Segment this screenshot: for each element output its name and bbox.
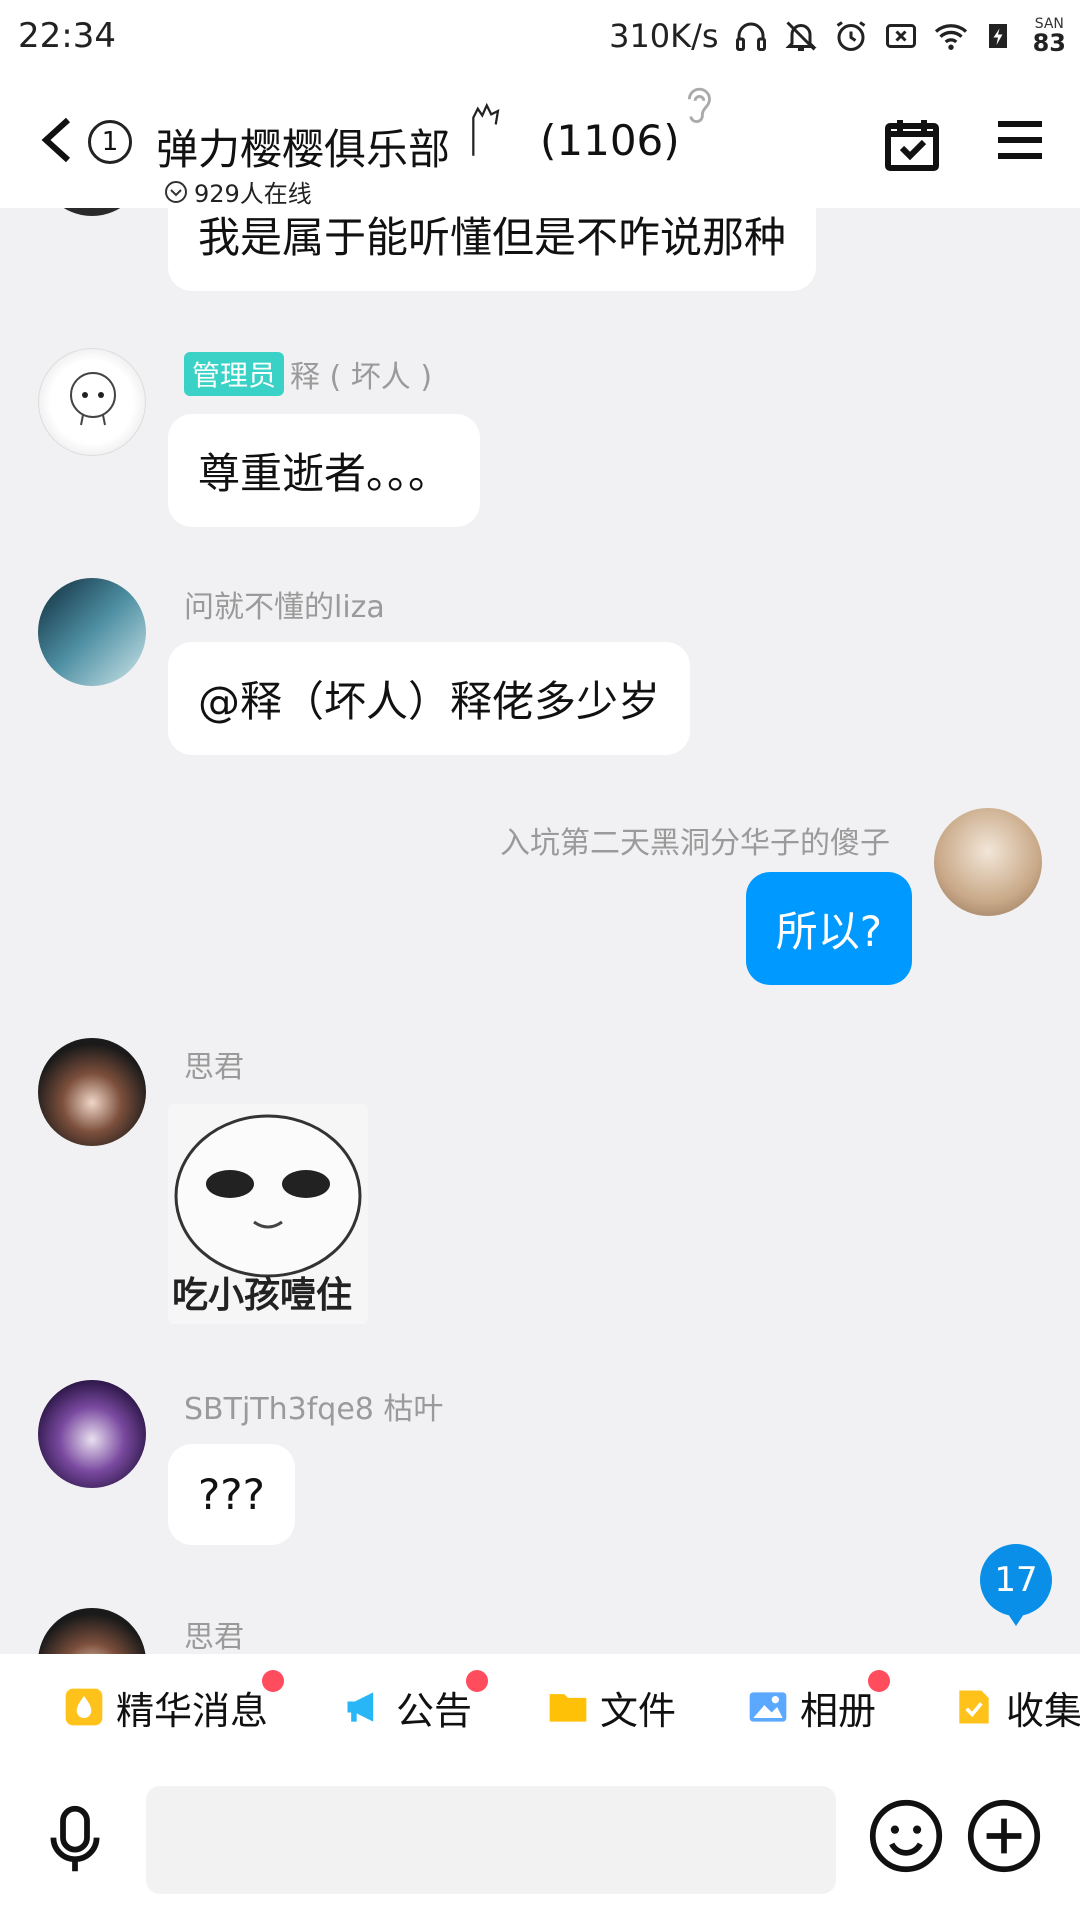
avatar[interactable] xyxy=(38,348,146,456)
emoji-icon[interactable] xyxy=(868,1798,944,1874)
wifi-icon xyxy=(934,24,967,50)
alarm-icon xyxy=(836,21,865,51)
megaphone-icon xyxy=(347,1692,374,1722)
folder-icon xyxy=(549,1694,587,1722)
sender-name[interactable]: 思君 xyxy=(184,1612,244,1654)
message-list[interactable]: 我是属于能听懂但是不咋说那种 管理员 释 ( 坏人 ) 尊重逝者。。。 问就不懂… xyxy=(0,208,1080,1654)
message-bubble[interactable]: @释（坏人）释佬多少岁 xyxy=(168,642,691,755)
microphone-icon[interactable] xyxy=(46,1804,104,1876)
message-bubble[interactable]: 所以? xyxy=(745,872,912,985)
member-count[interactable]: (1106) xyxy=(540,116,680,165)
message-bubble[interactable]: 尊重逝者。。。 xyxy=(168,414,481,527)
tool-album[interactable]: 相册 xyxy=(746,1654,876,1760)
avatar[interactable] xyxy=(38,578,146,686)
message-input[interactable] xyxy=(146,1786,836,1894)
charging-icon xyxy=(988,24,1007,48)
status-icons: 310K/s SAN 83 xyxy=(609,14,1066,58)
unread-count[interactable]: 1 xyxy=(88,120,132,164)
new-message-count[interactable]: 17 xyxy=(980,1544,1052,1626)
status-time: 22:34 xyxy=(18,16,116,56)
sender-name[interactable]: 释 ( 坏人 ) xyxy=(290,352,432,396)
avatar[interactable] xyxy=(38,208,146,216)
net-speed: 310K/s xyxy=(609,17,719,55)
bell-off-icon xyxy=(784,21,817,51)
sender-line: 管理员 释 ( 坏人 ) xyxy=(184,352,432,396)
calendar-check-icon[interactable] xyxy=(884,116,940,172)
online-status[interactable]: 929人在线 xyxy=(164,174,312,209)
plus-icon[interactable] xyxy=(966,1798,1042,1874)
sender-name[interactable]: 入坑第二天黑洞分华子的傻子 xyxy=(500,818,890,862)
avatar[interactable] xyxy=(38,1038,146,1146)
online-text: 929人在线 xyxy=(194,180,312,208)
tool-essence[interactable]: 精华消息 xyxy=(62,1654,268,1760)
avatar[interactable] xyxy=(38,1380,146,1488)
status-bar: 22:34 310K/s SAN 83 xyxy=(0,0,1080,76)
menu-icon[interactable] xyxy=(996,118,1044,162)
sim-off-icon xyxy=(885,24,916,48)
notification-dot xyxy=(262,1670,284,1692)
tool-files[interactable]: 文件 xyxy=(546,1654,676,1760)
sender-name[interactable]: 问就不懂的liza xyxy=(184,582,385,626)
essence-icon xyxy=(65,1688,103,1726)
chevron-circle-icon xyxy=(165,180,187,203)
ghost-avatar-icon xyxy=(70,372,116,426)
sender-name[interactable]: 思君 xyxy=(184,1042,244,1086)
tool-announcement[interactable]: 公告 xyxy=(342,1654,472,1760)
notification-dot xyxy=(868,1670,890,1692)
admin-badge: 管理员 xyxy=(184,352,285,396)
avatar[interactable] xyxy=(934,808,1042,916)
message-bubble[interactable]: ??? xyxy=(168,1444,295,1545)
avatar[interactable] xyxy=(38,1608,146,1654)
headphones-icon xyxy=(735,22,766,51)
tool-collect[interactable]: 收集 xyxy=(952,1654,1080,1760)
battery-level: SAN 83 xyxy=(1032,16,1066,57)
sender-name[interactable]: SBTjTh3fqe8 枯叶 xyxy=(184,1384,443,1428)
album-icon xyxy=(749,1692,787,1722)
input-bar xyxy=(0,1760,1080,1920)
notification-dot xyxy=(466,1670,488,1692)
hand-wave-icon xyxy=(472,102,500,156)
message-bubble[interactable]: 我是属于能听懂但是不咋说那种 xyxy=(168,208,817,291)
back-arrow-icon[interactable] xyxy=(38,116,78,164)
sticker-caption: 吃小孩噎住 xyxy=(172,1275,353,1316)
ear-icon[interactable] xyxy=(680,82,716,128)
group-title[interactable]: 弹力樱樱俱乐部 xyxy=(156,116,450,177)
collect-icon xyxy=(959,1690,989,1724)
sticker-image[interactable]: 吃小孩噎住 xyxy=(168,1104,368,1324)
chat-header: 1 弹力樱樱俱乐部 (1106) 929人在线 xyxy=(0,76,1080,208)
group-toolbar: 精华消息 公告 文件 相册 收集 xyxy=(0,1654,1080,1760)
